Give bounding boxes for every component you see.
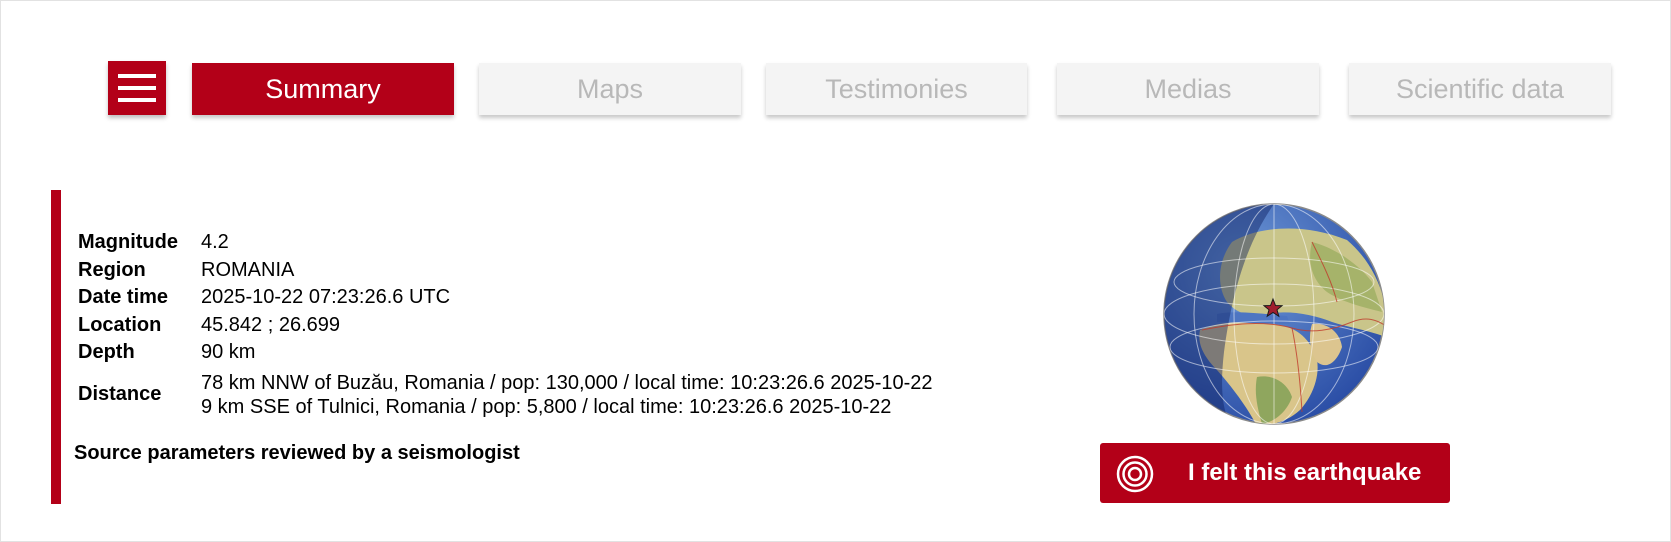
- table-row: Depth 90 km: [73, 339, 933, 367]
- location-value: 45.842 ; 26.699: [201, 313, 341, 336]
- summary-accent-bar: [51, 190, 61, 504]
- distance-value: 78 km NNW of Buzău, Romania / pop: 130,0…: [201, 367, 933, 423]
- table-row: Magnitude 4.2: [73, 229, 933, 257]
- distance-label: Distance: [78, 383, 162, 405]
- tab-scientific-data[interactable]: Scientific data: [1349, 63, 1611, 115]
- region-label: Region: [78, 258, 146, 281]
- i-felt-this-earthquake-button[interactable]: I felt this earthquake: [1100, 443, 1450, 503]
- table-row: Location 45.842 ; 26.699: [73, 312, 933, 340]
- distance-line-2: 9 km SSE of Tulnici, Romania / pop: 5,80…: [201, 395, 892, 418]
- table-row: Date time 2025-10-22 07:23:26.6 UTC: [73, 284, 933, 312]
- datetime-label: Date time: [78, 286, 169, 309]
- tab-medias[interactable]: Medias: [1057, 63, 1319, 115]
- region-value: ROMANIA: [201, 258, 295, 281]
- globe-epicenter-map: [1163, 203, 1385, 425]
- table-row: Region ROMANIA: [73, 257, 933, 285]
- datetime-value: 2025-10-22 07:23:26.6 UTC: [201, 286, 451, 309]
- reviewed-note: Source parameters reviewed by a seismolo…: [74, 442, 520, 464]
- depth-label: Depth: [78, 341, 135, 364]
- depth-value: 90 km: [201, 341, 256, 364]
- earthquake-summary-table: Magnitude 4.2 Region ROMANIA Date time 2…: [73, 229, 933, 423]
- felt-button-label: I felt this earthquake: [1188, 459, 1422, 486]
- magnitude-value: 4.2: [201, 231, 229, 254]
- tab-testimonies[interactable]: Testimonies: [766, 63, 1027, 115]
- tab-maps[interactable]: Maps: [479, 63, 741, 115]
- tab-summary[interactable]: Summary: [192, 63, 454, 115]
- distance-line-1: 78 km NNW of Buzău, Romania / pop: 130,0…: [201, 371, 933, 394]
- table-row: Distance 78 km NNW of Buzău, Romania / p…: [73, 367, 933, 423]
- magnitude-label: Magnitude: [78, 231, 178, 254]
- menu-button[interactable]: [108, 61, 166, 115]
- seismic-waves-icon: [1116, 455, 1154, 493]
- location-label: Location: [78, 313, 162, 336]
